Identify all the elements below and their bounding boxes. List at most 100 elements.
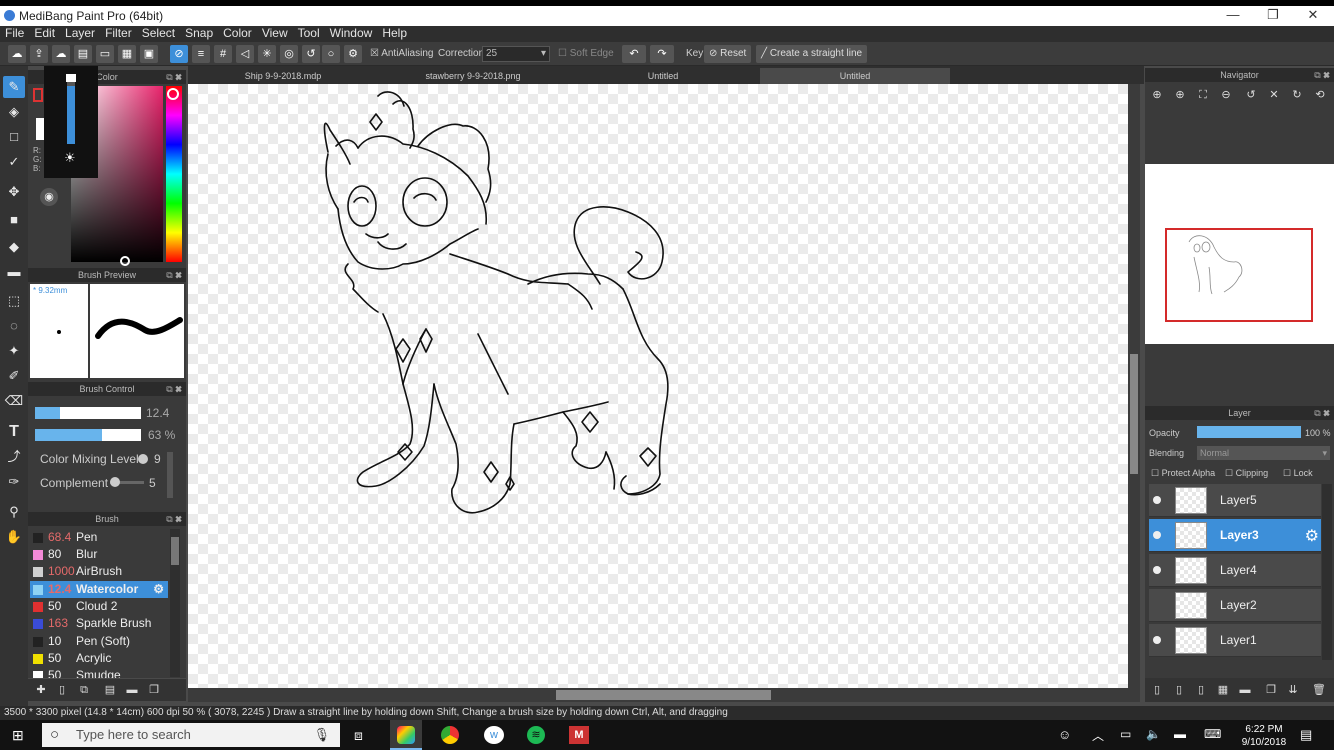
task-view-icon[interactable]: ⧈	[354, 727, 363, 744]
secondary-color-swatch[interactable]	[36, 118, 44, 140]
dot-tool-icon[interactable]: □	[3, 126, 25, 148]
chevron-up-icon[interactable]: ︿	[1092, 727, 1104, 744]
brush-item-watercolor[interactable]: 12.4 Watercolor ⚙	[30, 581, 168, 598]
menu-snap[interactable]: Snap	[180, 26, 218, 41]
taskbar-search-input[interactable]: ○ Type here to search 🎙	[42, 723, 340, 747]
color-picker-cursor[interactable]	[120, 256, 130, 266]
layer-item-layer4[interactable]: Layer4	[1149, 554, 1321, 587]
keyboard-icon[interactable]: ⌨	[1204, 727, 1221, 741]
tab-ship[interactable]: Ship 9-9-2018.mdp	[188, 68, 378, 84]
new-file-icon[interactable]: ▭	[96, 45, 114, 63]
text-tool-icon[interactable]: T	[3, 421, 25, 443]
menu-help[interactable]: Help	[377, 26, 412, 41]
fit-screen-icon[interactable]: ⛶	[1195, 87, 1211, 103]
flip-icon[interactable]: ✕	[1266, 87, 1282, 103]
rotate-right-icon[interactable]: ↻	[1289, 87, 1305, 103]
layer-item-layer3[interactable]: Layer3 ⚙	[1149, 519, 1321, 552]
gradient-tool-icon[interactable]: ▬	[3, 261, 25, 283]
brush-control-scrollbar[interactable]	[167, 452, 173, 498]
cloud-download-icon[interactable]: ☁	[52, 45, 70, 63]
delete-layer-icon[interactable]: 🗑	[1311, 682, 1327, 698]
new-tone-layer-icon[interactable]: ▦	[1215, 682, 1231, 698]
rotate-left-icon[interactable]: ↺	[1243, 87, 1259, 103]
select-check-icon[interactable]: ✓	[3, 151, 25, 173]
canvas-vertical-scrollbar[interactable]	[1128, 84, 1140, 688]
brush-item-smudge[interactable]: 50 Smudge	[30, 667, 168, 678]
undo-icon[interactable]: ↶	[622, 45, 646, 63]
cross-snap-icon[interactable]: #	[214, 45, 232, 63]
vertical-scroll-thumb[interactable]	[1130, 354, 1138, 474]
magic-wand-icon[interactable]: ✦	[3, 340, 25, 362]
eye-icon[interactable]	[1153, 566, 1161, 574]
circle-snap-icon[interactable]: ○	[322, 45, 340, 63]
soft-edge-checkbox[interactable]: ☐ Soft Edge	[558, 48, 614, 59]
zoom-in-icon[interactable]: ⊕	[1149, 87, 1165, 103]
eye-icon[interactable]	[1153, 636, 1161, 644]
radial-snap-icon[interactable]: ✳	[258, 45, 276, 63]
grid-icon[interactable]: ▦	[118, 45, 136, 63]
brush-item-acrylic[interactable]: 50 Acrylic	[30, 650, 168, 667]
brush-item-pen[interactable]: 68.4 Pen	[30, 529, 168, 546]
gear-icon[interactable]: ⚙	[1305, 526, 1319, 546]
tab-untitled-2[interactable]: Untitled	[760, 68, 950, 84]
curve-snap-icon[interactable]: ↺	[302, 45, 320, 63]
menu-view[interactable]: View	[257, 26, 293, 41]
brush-tool-icon[interactable]: ✎	[3, 76, 25, 98]
size-slider-handle[interactable]	[66, 74, 76, 82]
new-brush-icon[interactable]: ▯	[54, 682, 70, 698]
reset-view-icon[interactable]: ⟲	[1312, 87, 1328, 103]
duplicate-icon[interactable]: ❐	[146, 682, 162, 698]
rectangle-fill-icon[interactable]: ■	[3, 209, 25, 231]
tab-stawberry[interactable]: stawberry 9-9-2018.png	[378, 68, 568, 84]
antialiasing-checkbox[interactable]: ☒ AntiAliasing	[370, 48, 433, 59]
protect-alpha-checkbox[interactable]: ☐ Protect Alpha	[1151, 468, 1215, 479]
merge-layer-icon[interactable]: ⇊	[1285, 682, 1301, 698]
brush-size-slider[interactable]	[35, 407, 141, 419]
minimize-button[interactable]: —	[1218, 7, 1248, 25]
panel-controls[interactable]: ⧉ ✖	[166, 512, 182, 526]
primary-color-swatch[interactable]	[33, 88, 43, 102]
canvas-horizontal-scrollbar[interactable]	[188, 688, 1140, 702]
menu-file[interactable]: File	[0, 26, 29, 41]
spotify-icon[interactable]: ≋	[527, 726, 545, 744]
panel-controls[interactable]: ⧉ ✖	[1314, 406, 1330, 420]
zoom-in-alt-icon[interactable]: ⊕	[1172, 87, 1188, 103]
close-button[interactable]: ✕	[1298, 7, 1328, 25]
duplicate-layer-icon[interactable]: ❐	[1263, 682, 1279, 698]
brush-item-pen-soft[interactable]: 10 Pen (Soft)	[30, 633, 168, 650]
brush-list-scroll-thumb[interactable]	[171, 537, 179, 565]
straight-line-button[interactable]: ╱ Create a straight line	[756, 45, 868, 63]
lasso-select-icon[interactable]: ◌	[3, 315, 25, 337]
panel-controls[interactable]: ⧉ ✖	[1314, 68, 1330, 82]
brush-list-scrollbar[interactable]	[170, 529, 180, 677]
menu-layer[interactable]: Layer	[60, 26, 100, 41]
layer-item-layer5[interactable]: Layer5	[1149, 484, 1321, 517]
medibang-taskbar-icon[interactable]	[390, 720, 422, 750]
folder-icon[interactable]: ▬	[124, 682, 140, 698]
reset-button[interactable]: ⊘ Reset	[704, 45, 752, 63]
layer-opacity-slider[interactable]	[1197, 426, 1301, 438]
eyedropper-tool-icon[interactable]: ⚲	[3, 501, 25, 523]
blending-select[interactable]: Normal ▾	[1197, 446, 1330, 460]
bucket-tool-icon[interactable]: ◆	[3, 236, 25, 258]
eraser-tool-icon[interactable]: ◈	[3, 101, 25, 123]
windows-start-icon[interactable]: ⊞	[12, 728, 26, 742]
layer-item-layer1[interactable]: Layer1	[1149, 624, 1321, 657]
zoom-out-icon[interactable]: ⊖	[1218, 87, 1234, 103]
eye-icon[interactable]	[1153, 531, 1161, 539]
network-icon[interactable]: ▭	[1120, 727, 1131, 741]
add-brush-icon[interactable]: ✚	[33, 682, 49, 698]
select-pen-icon[interactable]: ✐	[3, 365, 25, 387]
gear-icon[interactable]: ⚙	[153, 581, 164, 598]
cloud-icon[interactable]: ☁	[8, 45, 26, 63]
save-icon[interactable]: ▤	[74, 45, 92, 63]
menu-window[interactable]: Window	[325, 26, 378, 41]
navigator-preview[interactable]	[1145, 164, 1334, 344]
menu-color[interactable]: Color	[218, 26, 257, 41]
correction-select[interactable]: 25 ▾	[482, 46, 550, 62]
clipping-checkbox[interactable]: ☐ Clipping	[1225, 468, 1268, 479]
divide-tool-icon[interactable]: ✑	[3, 471, 25, 493]
microphone-icon[interactable]: 🎙	[313, 723, 330, 747]
vanishing-point-icon[interactable]: ◁	[236, 45, 254, 63]
concentric-snap-icon[interactable]: ◎	[280, 45, 298, 63]
